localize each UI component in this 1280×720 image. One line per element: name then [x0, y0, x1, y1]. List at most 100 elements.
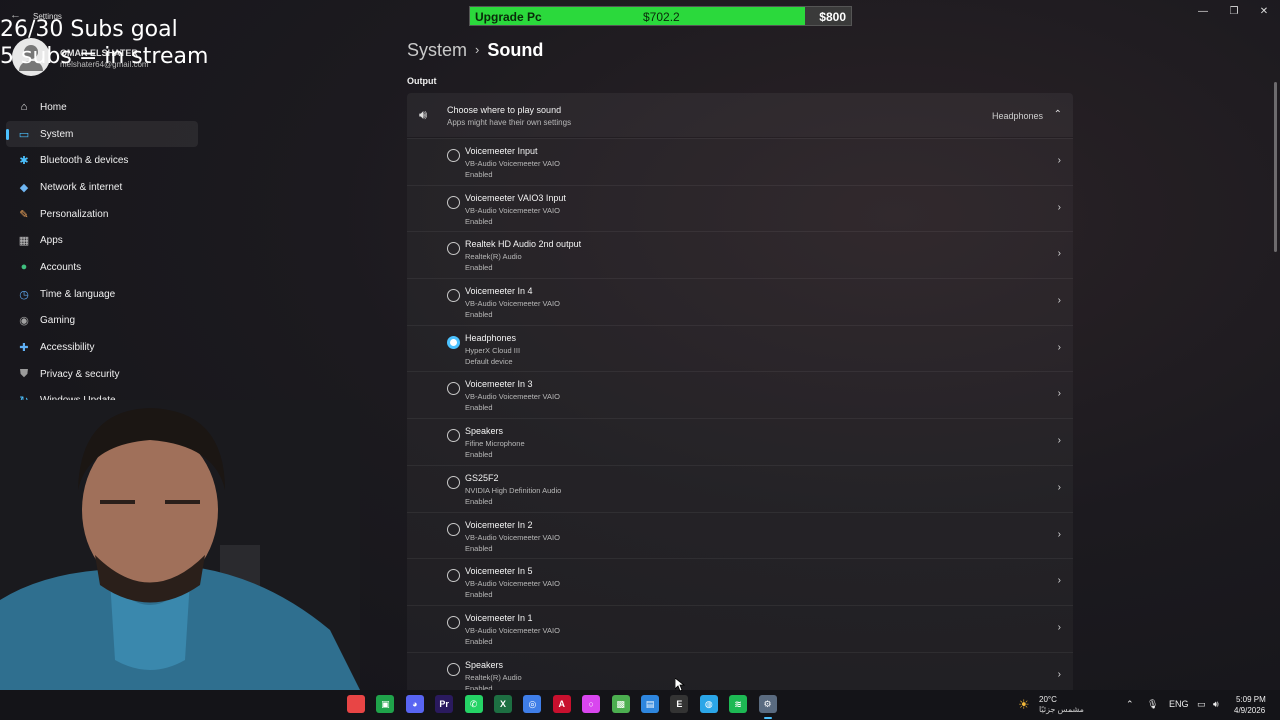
device-name: Realtek HD Audio 2nd output	[465, 239, 582, 250]
spotify-icon[interactable]: ≋	[729, 695, 748, 713]
device-radio-button[interactable]	[447, 615, 460, 629]
breadcrumb-system[interactable]: System	[407, 40, 467, 60]
chevron-right-icon[interactable]: ›	[1058, 248, 1061, 259]
output-device-row[interactable]: Headphones HyperX Cloud III Default device…	[407, 324, 1073, 372]
device-radio-button[interactable]	[447, 289, 460, 303]
device-radio-button[interactable]	[447, 569, 460, 583]
chevron-right-icon[interactable]: ›	[1058, 388, 1061, 399]
ring-app-icon[interactable]: ○	[582, 695, 601, 713]
output-header-subtitle: Apps might have their own settings	[447, 118, 572, 127]
sidebar-item-system[interactable]: ▭ System	[6, 120, 198, 148]
device-radio-button[interactable]	[447, 429, 460, 443]
output-header-title: Choose where to play sound	[447, 105, 562, 115]
volume-icon[interactable]: 🔊︎	[1213, 699, 1219, 710]
minecraft-icon[interactable]: ▩	[611, 695, 630, 713]
excel-icon[interactable]: X	[494, 695, 512, 713]
device-radio-button[interactable]	[447, 475, 460, 489]
sidebar-item-bluetooth-devices[interactable]: ✱ Bluetooth & devices	[6, 147, 198, 174]
settings-icon[interactable]: ⚙	[758, 695, 777, 719]
device-name: Voicemeeter In 3	[465, 379, 533, 390]
device-radio-button[interactable]	[447, 149, 460, 162]
device-radio-button[interactable]	[447, 242, 460, 256]
device-radio-button[interactable]	[447, 522, 460, 536]
device-name: Speakers	[465, 659, 504, 670]
webcam-feed	[0, 400, 360, 690]
chevron-up-icon[interactable]: ⌃	[1054, 109, 1062, 120]
chevron-right-icon[interactable]: ›	[1058, 622, 1061, 633]
browser-icon[interactable]: ◍	[699, 695, 718, 713]
close-icon[interactable]: ✕	[1254, 6, 1274, 17]
scrollbar[interactable]	[1274, 82, 1277, 252]
minimize-icon[interactable]: —	[1193, 6, 1213, 17]
output-device-row[interactable]: Realtek HD Audio 2nd output Realtek(R) Au…	[407, 231, 1073, 278]
device-driver: Realtek(R) Audio	[465, 672, 522, 682]
bluetooth-icon: ✱	[19, 155, 29, 168]
gaming-icon: ◉	[19, 315, 29, 328]
device-driver: NVIDIA High Definition Audio	[465, 485, 562, 495]
page-title: Sound	[487, 40, 544, 60]
clock-date[interactable]: 4/9/2026	[1234, 706, 1265, 715]
chevron-right-icon[interactable]: ›	[1058, 575, 1061, 586]
device-radio-button[interactable]	[447, 335, 460, 349]
output-device-row[interactable]: Voicemeeter In 3 VB-Audio Voicemeeter VAI…	[407, 371, 1073, 418]
chevron-right-icon[interactable]: ›	[1058, 669, 1061, 680]
chevron-right-icon[interactable]: ›	[1058, 342, 1061, 353]
taskbar: ☀︎ 20°C مشمس جزئيًا ⌃ 🎙︎ ENG ▭ 🔊︎ 5:09 P…	[0, 690, 1280, 720]
chevron-right-icon[interactable]: ›	[1058, 435, 1061, 446]
sidebar-item-time-language[interactable]: ◷ Time & language	[6, 281, 198, 308]
output-device-row[interactable]: Voicemeeter Input VB-Audio Voicemeeter VA…	[407, 138, 1073, 185]
sidebar-item-network-internet[interactable]: ◆ Network & internet	[6, 174, 198, 201]
sidebar-item-accounts[interactable]: ● Accounts	[6, 254, 198, 281]
output-device-row[interactable]: GS25F2 NVIDIA High Definition Audio Enable…	[407, 464, 1073, 512]
output-device-row[interactable]: Voicemeeter In 1 VB-Audio Voicemeeter VAI…	[407, 604, 1073, 652]
sidebar-item-apps[interactable]: ▦ Apps	[6, 227, 198, 254]
device-driver: VB-Audio Voicemeeter VAIO	[465, 532, 560, 542]
sidebar-item-privacy-security[interactable]: ⛊ Privacy & security	[6, 361, 198, 388]
epic-games-icon[interactable]: E	[670, 695, 689, 713]
subs-goal-overlay: 26/30 Subs goal 5 subs = in stream	[0, 16, 208, 70]
output-device-row[interactable]: Speakers Realtek(R) Audio Enabled ›	[407, 651, 1073, 690]
device-radio-button[interactable]	[447, 382, 460, 396]
display-icon[interactable]: ▭	[1197, 699, 1206, 710]
output-device-picker[interactable]: 🔊︎ Choose where to play sound Apps might…	[407, 93, 1073, 137]
chevron-right-icon[interactable]: ›	[1058, 202, 1061, 213]
output-device-row[interactable]: Voicemeeter In 2 VB-Audio Voicemeeter VAI…	[407, 511, 1073, 559]
sidebar-item-label: Gaming	[40, 315, 76, 327]
whatsapp-icon[interactable]: ✆	[464, 695, 483, 713]
notepad-icon[interactable]: ▤	[641, 695, 659, 713]
xbox-app-icon[interactable]: ▣	[376, 695, 395, 713]
device-status: Default device	[465, 356, 513, 366]
chevron-up-tray-icon[interactable]: ⌃	[1126, 699, 1134, 710]
premiere-icon[interactable]: Pr	[435, 695, 454, 713]
device-radio-button[interactable]	[447, 662, 460, 676]
sidebar-item-accessibility[interactable]: ✚ Accessibility	[6, 334, 198, 361]
device-driver: VB-Audio Voicemeeter VAIO	[465, 299, 560, 309]
device-status: Enabled	[465, 496, 493, 506]
chevron-right-icon[interactable]: ›	[1058, 482, 1061, 493]
weather-icon[interactable]: ☀︎	[1018, 697, 1030, 713]
output-device-row[interactable]: Voicemeeter VAIO3 Input VB-Audio Voicemee…	[407, 184, 1073, 232]
device-driver: VB-Audio Voicemeeter VAIO	[465, 392, 560, 402]
chevron-right-icon[interactable]: ›	[1058, 529, 1061, 540]
sidebar-item-personalization[interactable]: ✎ Personalization	[6, 201, 198, 228]
clock-time[interactable]: 5:09 PM	[1236, 695, 1266, 704]
sidebar-item-home[interactable]: ⌂ Home	[6, 94, 198, 121]
sidebar-item-label: Network & internet	[40, 181, 123, 193]
chevron-right-icon[interactable]: ›	[1058, 295, 1061, 306]
output-device-row[interactable]: Speakers Fifine Microphone Enabled ›	[407, 418, 1073, 465]
device-driver: Realtek(R) Audio	[465, 252, 522, 262]
microphone-icon[interactable]: 🎙︎	[1147, 699, 1158, 710]
chevron-right-icon[interactable]: ›	[1058, 155, 1061, 166]
app-icon[interactable]	[347, 695, 365, 713]
sidebar-item-gaming[interactable]: ◉ Gaming	[6, 308, 198, 335]
discord-icon[interactable]: ◕	[405, 695, 424, 713]
output-device-row[interactable]: Voicemeeter In 5 VB-Audio Voicemeeter VAI…	[407, 558, 1073, 605]
chrome-icon[interactable]: ◎	[523, 695, 542, 713]
language-indicator[interactable]: ENG	[1169, 699, 1189, 709]
output-device-row[interactable]: Voicemeeter In 4 VB-Audio Voicemeeter VAI…	[407, 278, 1073, 325]
device-radio-button[interactable]	[447, 195, 460, 209]
maximize-icon[interactable]: ❐	[1224, 6, 1244, 17]
adobe-icon[interactable]: A	[552, 695, 571, 713]
subs-goal-text: 26/30 Subs goal	[0, 17, 178, 42]
sidebar-item-label: Time & language	[40, 288, 116, 300]
